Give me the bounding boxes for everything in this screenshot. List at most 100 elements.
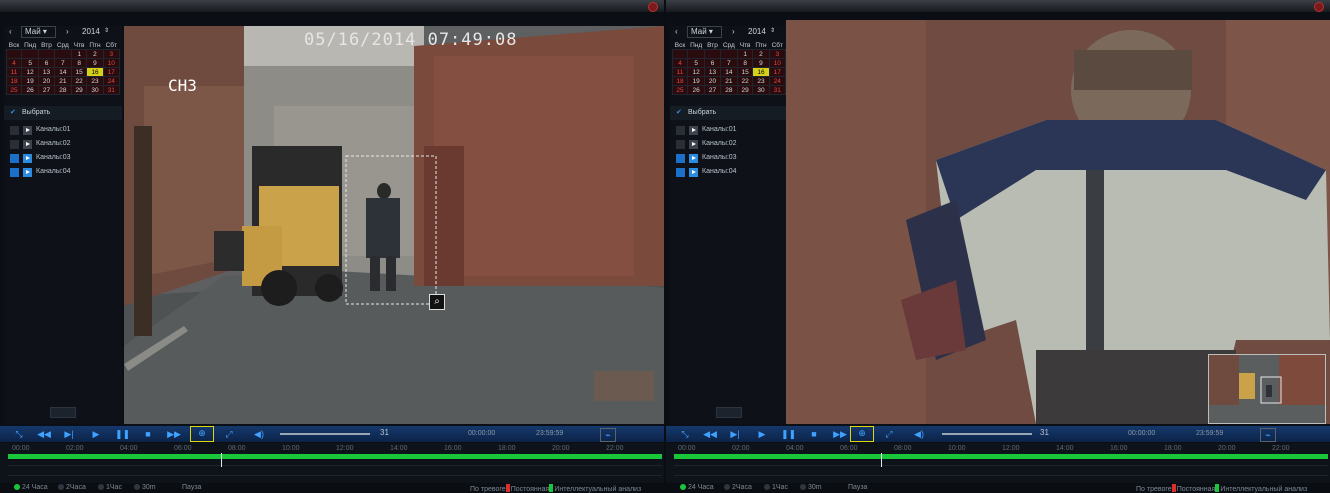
- timeline-cursor[interactable]: [221, 453, 222, 467]
- channel-item-01[interactable]: Каналы:01: [10, 125, 120, 137]
- rewind-icon[interactable]: ◀◀: [702, 428, 718, 440]
- calendar-day[interactable]: 11: [6, 67, 22, 77]
- recording-bar[interactable]: [8, 454, 662, 459]
- year-spinner-icon[interactable]: ⇕: [104, 27, 109, 34]
- step-icon[interactable]: ▶|: [62, 428, 76, 440]
- calendar-day[interactable]: 21: [719, 76, 738, 86]
- calendar-day[interactable]: 13: [704, 67, 721, 77]
- calendar-day[interactable]: 5: [20, 58, 40, 68]
- calendar-day[interactable]: 19: [20, 76, 40, 86]
- channel-checkbox[interactable]: [10, 154, 19, 163]
- calendar-day[interactable]: 17: [768, 67, 787, 77]
- calendar-day[interactable]: [672, 49, 688, 59]
- fit-icon[interactable]: ⤢: [222, 428, 236, 440]
- calendar-day[interactable]: 29: [70, 85, 88, 95]
- play-icon[interactable]: ▶: [756, 428, 768, 440]
- year-value[interactable]: 2014: [82, 27, 100, 36]
- range-1h[interactable]: 1Час: [764, 484, 788, 491]
- range-24h[interactable]: 24 Часа: [14, 484, 48, 491]
- play-icon[interactable]: [689, 168, 698, 177]
- calendar-day[interactable]: 23: [86, 76, 104, 86]
- channel-checkbox[interactable]: [10, 126, 19, 135]
- calendar-day[interactable]: 20: [704, 76, 721, 86]
- pause-icon[interactable]: ❚❚: [781, 428, 796, 440]
- calendar-day[interactable]: 24: [102, 76, 121, 86]
- calendar-day[interactable]: 15: [736, 67, 754, 77]
- calendar-day-selected[interactable]: 16: [752, 67, 770, 77]
- timeline[interactable]: 00:00 02:00 04:00 06:00 08:00 10:00 12:0…: [666, 443, 1330, 483]
- fit-icon[interactable]: ⤡: [678, 428, 692, 440]
- zoom-icon[interactable]: ⊕: [190, 426, 214, 442]
- calendar-day[interactable]: 18: [6, 76, 22, 86]
- recording-bar[interactable]: [674, 454, 1328, 459]
- calendar-day[interactable]: 14: [53, 67, 72, 77]
- calendar-day[interactable]: [53, 49, 72, 59]
- calendar-day[interactable]: 12: [686, 67, 706, 77]
- calendar-day[interactable]: 27: [38, 85, 55, 95]
- calendar-day[interactable]: 3: [768, 49, 787, 59]
- channel-item-02[interactable]: Каналы:02: [10, 139, 120, 151]
- calendar-day[interactable]: 2: [752, 49, 770, 59]
- month-select[interactable]: Май ▾: [687, 26, 722, 38]
- calendar-day[interactable]: 19: [686, 76, 706, 86]
- channel-checkbox[interactable]: [10, 140, 19, 149]
- next-month-icon[interactable]: ›: [732, 27, 735, 36]
- calendar-day[interactable]: 8: [736, 58, 754, 68]
- calendar-day[interactable]: 11: [672, 67, 688, 77]
- range-30m[interactable]: 30m: [800, 484, 822, 491]
- calendar-day[interactable]: 31: [102, 85, 121, 95]
- channel-checkbox[interactable]: [676, 168, 685, 177]
- fit-icon[interactable]: ⤡: [12, 428, 26, 440]
- calendar-day[interactable]: 31: [768, 85, 787, 95]
- calendar-day[interactable]: [719, 49, 738, 59]
- calendar-day[interactable]: 24: [768, 76, 787, 86]
- calendar-day[interactable]: 22: [736, 76, 754, 86]
- calendar-day[interactable]: 27: [704, 85, 721, 95]
- year-value[interactable]: 2014: [748, 27, 766, 36]
- range-30m[interactable]: 30m: [134, 484, 156, 491]
- calendar-day[interactable]: 30: [86, 85, 104, 95]
- video-feed-zoomed[interactable]: [786, 20, 1330, 424]
- range-2h[interactable]: 2Часа: [724, 484, 752, 491]
- play-icon[interactable]: [689, 154, 698, 163]
- channel-item-04[interactable]: Каналы:04: [10, 167, 120, 179]
- range-24h[interactable]: 24 Часа: [680, 484, 714, 491]
- calendar-day[interactable]: 22: [70, 76, 88, 86]
- volume-slider[interactable]: [942, 433, 1032, 435]
- list-icon[interactable]: [50, 407, 76, 418]
- calendar-day[interactable]: 7: [53, 58, 72, 68]
- channel-checkbox[interactable]: [676, 154, 685, 163]
- calendar-day[interactable]: 23: [752, 76, 770, 86]
- calendar-day[interactable]: 26: [20, 85, 40, 95]
- calendar-day[interactable]: 28: [53, 85, 72, 95]
- calendar-day[interactable]: [686, 49, 706, 59]
- calendar-day[interactable]: 9: [86, 58, 104, 68]
- calendar-day[interactable]: 28: [719, 85, 738, 95]
- waveform-icon[interactable]: ⌁: [1260, 428, 1276, 442]
- time-start-field[interactable]: 00:00:00: [1128, 429, 1168, 439]
- calendar-day[interactable]: [20, 49, 40, 59]
- calendar-day[interactable]: 15: [70, 67, 88, 77]
- calendar-day[interactable]: 8: [70, 58, 88, 68]
- channel-checkbox[interactable]: [10, 168, 19, 177]
- rewind-icon[interactable]: ◀◀: [36, 428, 52, 440]
- close-icon[interactable]: [1314, 2, 1324, 12]
- channel-item-03[interactable]: Каналы:03: [10, 153, 120, 165]
- calendar-day[interactable]: 9: [752, 58, 770, 68]
- calendar-day[interactable]: 12: [20, 67, 40, 77]
- calendar-day[interactable]: 7: [719, 58, 738, 68]
- calendar-day[interactable]: 25: [672, 85, 688, 95]
- calendar-day[interactable]: 1: [70, 49, 88, 59]
- play-icon[interactable]: [23, 154, 32, 163]
- play-icon[interactable]: [23, 168, 32, 177]
- play-icon[interactable]: [689, 126, 698, 135]
- time-end-field[interactable]: 23:59:59: [1196, 429, 1236, 439]
- magnifier-icon[interactable]: ⌕: [429, 294, 445, 310]
- channel-checkbox[interactable]: [676, 126, 685, 135]
- range-2h[interactable]: 2Часа: [58, 484, 86, 491]
- month-select[interactable]: Май ▾: [21, 26, 56, 38]
- prev-month-icon[interactable]: ‹: [675, 27, 678, 36]
- calendar-day[interactable]: 17: [102, 67, 121, 77]
- stop-icon[interactable]: ■: [808, 428, 820, 440]
- calendar-day[interactable]: 6: [38, 58, 55, 68]
